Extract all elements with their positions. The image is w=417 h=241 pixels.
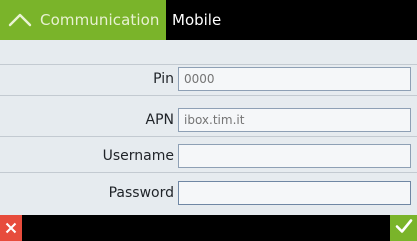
back-button[interactable]: Communication (0, 0, 166, 40)
page-title: Mobile (172, 11, 222, 29)
divider (0, 172, 417, 173)
confirm-button[interactable] (390, 215, 417, 241)
chevron-up-icon (0, 0, 40, 40)
form-row-apn: APN (0, 105, 417, 136)
form-row-pin: Pin (0, 64, 417, 95)
check-icon (395, 218, 413, 238)
close-icon (5, 219, 17, 238)
divider (0, 136, 417, 137)
username-label: Username (102, 148, 174, 164)
cancel-button[interactable] (0, 215, 22, 241)
form-row-password: Password (0, 178, 417, 209)
password-input[interactable] (178, 181, 411, 205)
mobile-settings-screen: Communication Mobile Pin APN Username Pa… (0, 0, 417, 241)
footer-bar (0, 215, 417, 241)
divider (0, 95, 417, 96)
apn-input[interactable] (178, 108, 411, 132)
header-bar: Communication Mobile (0, 0, 417, 40)
pin-input[interactable] (178, 67, 411, 91)
pin-label: Pin (153, 71, 174, 87)
back-button-label: Communication (40, 11, 160, 29)
password-label: Password (108, 185, 174, 201)
apn-label: APN (145, 112, 175, 128)
username-input[interactable] (178, 144, 411, 168)
form-row-username: Username (0, 141, 417, 172)
